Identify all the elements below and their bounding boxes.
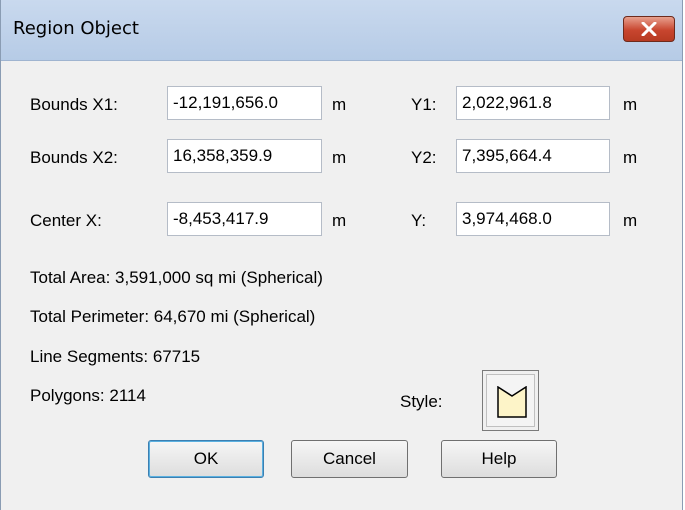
center-x-label: Center X: xyxy=(30,211,102,230)
region-style-icon xyxy=(497,386,527,418)
bounds-y1-unit: m xyxy=(623,95,638,114)
center-y-unit: m xyxy=(623,211,638,230)
center-x-unit: m xyxy=(332,211,347,230)
style-swatch-frame xyxy=(486,374,535,427)
bounds-y2-unit: m xyxy=(623,148,638,167)
line-segments-text: Line Segments: 67715 xyxy=(30,347,201,366)
ok-button[interactable]: OK xyxy=(148,440,264,478)
window-title: Region Object xyxy=(13,18,139,39)
bounds-x2-unit: m xyxy=(332,148,347,167)
style-label: Style: xyxy=(400,392,443,411)
bounds-y1-label: Y1: xyxy=(411,95,437,114)
bounds-x2-field[interactable]: 16,358,359.9 xyxy=(167,139,322,173)
bounds-y1-field[interactable]: 2,022,961.8 xyxy=(456,86,610,120)
title-bar: Region Object xyxy=(1,0,682,61)
bounds-y2-field[interactable]: 7,395,664.4 xyxy=(456,139,610,173)
polygons-text: Polygons: 2114 xyxy=(30,386,146,405)
close-button[interactable] xyxy=(623,16,675,42)
bounds-x2-label: Bounds X2: xyxy=(30,148,118,167)
region-object-dialog: Region Object Bounds X1: -12,191,656.0 m… xyxy=(0,0,683,510)
total-area-text: Total Area: 3,591,000 sq mi (Spherical) xyxy=(30,268,323,287)
center-y-label: Y: xyxy=(411,211,427,230)
center-x-field[interactable]: -8,453,417.9 xyxy=(167,202,322,236)
cancel-button[interactable]: Cancel xyxy=(291,440,408,478)
bounds-y2-label: Y2: xyxy=(411,148,437,167)
help-button[interactable]: Help xyxy=(441,440,557,478)
bounds-x1-label: Bounds X1: xyxy=(30,95,118,114)
close-icon xyxy=(641,22,657,36)
style-button[interactable] xyxy=(482,370,539,431)
total-perimeter-text: Total Perimeter: 64,670 mi (Spherical) xyxy=(30,307,316,326)
bounds-x1-unit: m xyxy=(332,95,347,114)
center-y-field[interactable]: 3,974,468.0 xyxy=(456,202,610,236)
bounds-x1-field[interactable]: -12,191,656.0 xyxy=(167,86,322,120)
